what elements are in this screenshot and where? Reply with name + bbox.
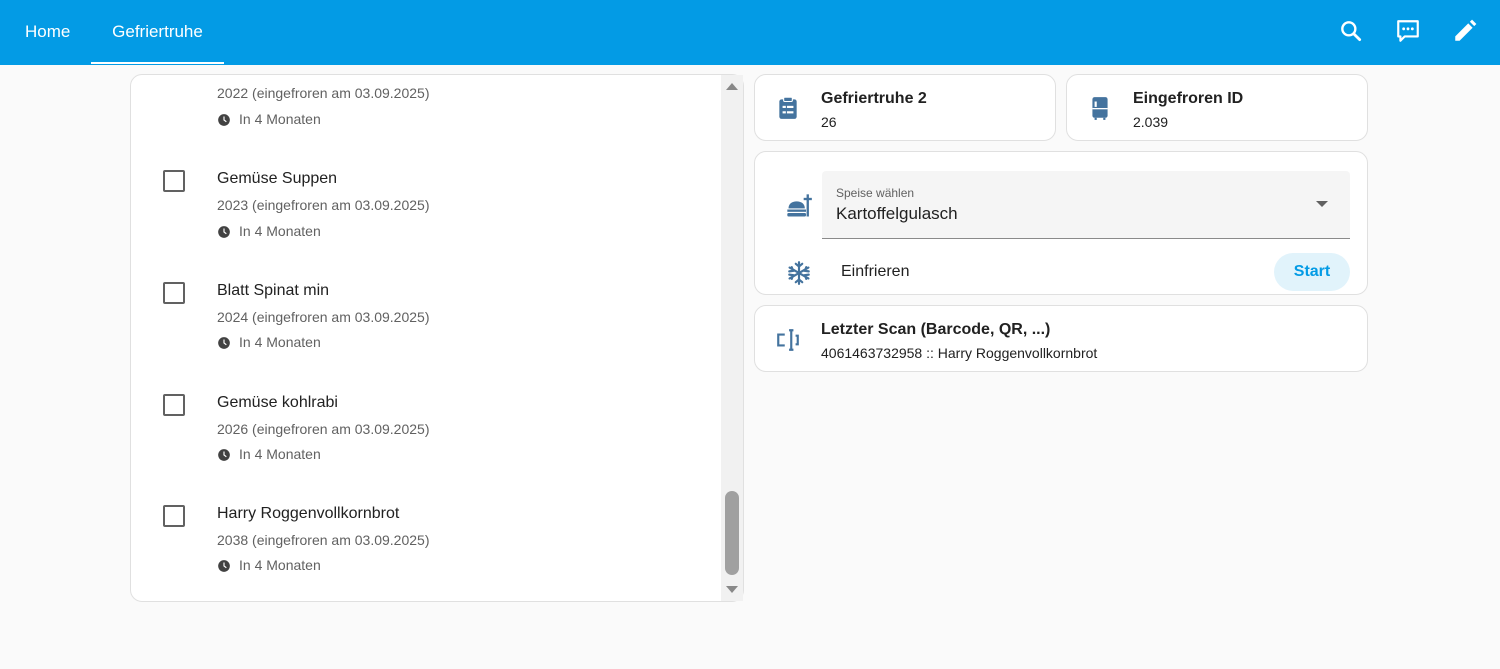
item-checkbox[interactable]	[163, 505, 185, 527]
top-app-bar: Home Gefriertruhe	[0, 0, 1500, 65]
clock-icon	[218, 226, 230, 238]
scroll-up-arrow-icon[interactable]	[726, 83, 738, 90]
scroll-down-arrow-icon[interactable]	[726, 586, 738, 593]
item-checkbox[interactable]	[163, 282, 185, 304]
item-checkbox[interactable]	[163, 394, 185, 416]
clipboard-list-icon	[775, 95, 801, 121]
item-due: In 4 Monaten	[239, 446, 321, 462]
scan-icon	[775, 327, 801, 353]
snowflake-icon	[786, 260, 812, 286]
item-due: In 4 Monaten	[239, 334, 321, 350]
freeze-form-card: Speise wählen Kartoffelgulasch Einfriere…	[754, 151, 1368, 295]
entity-card-gefriertruhe[interactable]: Gefriertruhe 2 26	[754, 74, 1056, 141]
food-select[interactable]: Speise wählen Kartoffelgulasch	[822, 171, 1350, 239]
list-item: Gemüse Suppen 2023 (eingefroren am 03.09…	[131, 167, 721, 267]
scroll-thumb[interactable]	[725, 491, 739, 575]
select-label: Speise wählen	[836, 186, 915, 200]
item-title[interactable]: Gemüse kohlrabi	[217, 394, 338, 412]
assist-icon[interactable]	[1395, 18, 1421, 44]
entity-state: 2.039	[1133, 114, 1169, 130]
entity-name: Eingefroren ID	[1133, 90, 1244, 107]
item-description: 2026 (eingefroren am 03.09.2025)	[217, 421, 430, 437]
item-checkbox[interactable]	[163, 170, 185, 192]
entity-state: 4061463732958 :: Harry Roggenvollkornbro…	[821, 345, 1098, 361]
clock-icon	[218, 560, 230, 572]
item-title[interactable]: Gemüse Suppen	[217, 170, 337, 188]
list-item: Gemüse kohlrabi 2026 (eingefroren am 03.…	[131, 391, 721, 491]
start-button[interactable]: Start	[1274, 253, 1350, 291]
list-item: 2022 (eingefroren am 03.09.2025) In 4 Mo…	[131, 75, 721, 155]
item-due: In 4 Monaten	[239, 557, 321, 573]
list-item: Blatt Spinat min 2024 (eingefroren am 03…	[131, 279, 721, 379]
action-label: Einfrieren	[841, 263, 910, 280]
item-description: 2024 (eingefroren am 03.09.2025)	[217, 309, 430, 325]
entity-state: 26	[821, 114, 837, 130]
item-title[interactable]: Blatt Spinat min	[217, 282, 329, 300]
clock-icon	[218, 114, 230, 126]
list-item: Harry Roggenvollkornbrot 2038 (eingefror…	[131, 503, 721, 601]
tab-gefriertruhe[interactable]: Gefriertruhe	[91, 0, 224, 65]
item-title[interactable]: Harry Roggenvollkornbrot	[217, 505, 399, 523]
food-icon	[785, 192, 813, 220]
search-icon[interactable]	[1338, 18, 1364, 44]
entity-name: Gefriertruhe 2	[821, 90, 927, 107]
todo-list-card: 2022 (eingefroren am 03.09.2025) In 4 Mo…	[130, 74, 744, 602]
entity-card-last-scan[interactable]: Letzter Scan (Barcode, QR, ...) 40614637…	[754, 305, 1368, 372]
edit-icon[interactable]	[1452, 18, 1478, 44]
list-scrollbar[interactable]	[721, 75, 743, 601]
entity-card-eingefroren-id[interactable]: Eingefroren ID 2.039	[1066, 74, 1368, 141]
select-value: Kartoffelgulasch	[836, 204, 958, 223]
item-description: 2023 (eingefroren am 03.09.2025)	[217, 197, 430, 213]
chevron-down-icon	[1316, 201, 1328, 207]
item-due: In 4 Monaten	[239, 111, 321, 127]
tab-home[interactable]: Home	[25, 0, 70, 65]
active-tab-indicator	[91, 62, 224, 64]
item-due: In 4 Monaten	[239, 223, 321, 239]
fridge-icon	[1087, 95, 1113, 121]
entity-name: Letzter Scan (Barcode, QR, ...)	[821, 321, 1051, 338]
item-description: 2022 (eingefroren am 03.09.2025)	[217, 85, 430, 101]
clock-icon	[218, 337, 230, 349]
item-description: 2038 (eingefroren am 03.09.2025)	[217, 532, 430, 548]
clock-icon	[218, 449, 230, 461]
